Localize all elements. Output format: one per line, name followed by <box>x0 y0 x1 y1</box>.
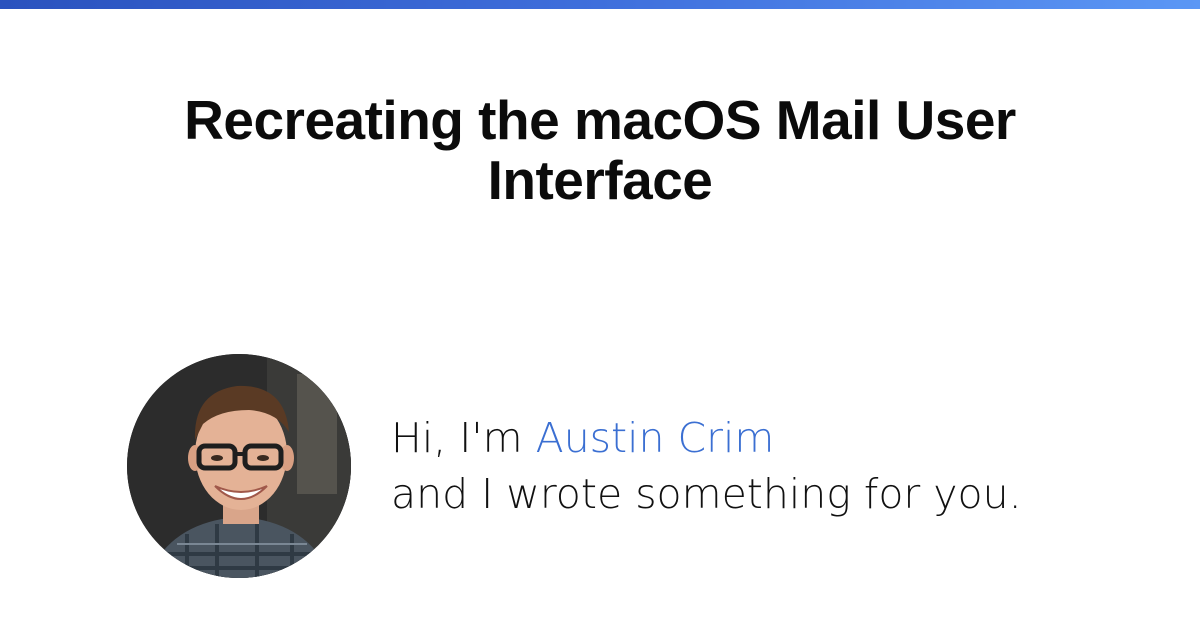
author-avatar <box>127 354 351 578</box>
tagline-text: and I wrote something for you. <box>391 470 1022 518</box>
post-title: Recreating the macOS Mail User Interface <box>184 89 1016 211</box>
greeting-text: Hi, I'm <box>391 414 523 462</box>
author-intro: Hi, I'm Austin Crim and I wrote somethin… <box>391 410 1171 522</box>
social-card: Recreating the macOS Mail User Interface <box>0 0 1200 630</box>
accent-gradient-bar <box>0 0 1200 9</box>
greeting-line: Hi, I'm Austin Crim <box>391 410 1171 466</box>
author-name-link[interactable]: Austin Crim <box>536 414 775 462</box>
